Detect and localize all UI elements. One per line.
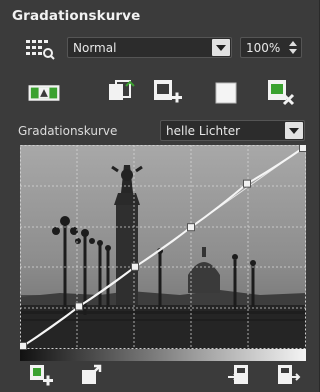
curve-control-point[interactable] (131, 262, 139, 271)
curve-control-point[interactable] (299, 145, 307, 152)
white-square-button[interactable] (210, 76, 244, 110)
add-point-button[interactable] (150, 76, 184, 110)
copy-curve-icon (109, 80, 135, 100)
zoom-value: 100% (246, 41, 281, 55)
curve-control-point[interactable] (75, 302, 83, 311)
export-preset-icon (82, 364, 102, 384)
delete-curve-button[interactable] (264, 76, 298, 110)
tone-gradient-strip (20, 349, 306, 361)
chevron-down-icon[interactable] (285, 122, 303, 139)
add-preset-icon (30, 365, 53, 386)
import-icon (228, 365, 248, 384)
import-button[interactable] (226, 362, 252, 388)
spinner-arrows-icon[interactable] (288, 39, 298, 56)
add-point-icon (154, 80, 182, 103)
curve-control-point[interactable] (20, 342, 27, 350)
save-icon (278, 365, 301, 384)
copy-curve-button[interactable] (104, 76, 138, 110)
zoom-stepper[interactable]: 100% (240, 37, 302, 58)
save-button[interactable] (276, 362, 302, 388)
delete-curve-icon (268, 80, 295, 106)
auto-curve-icon (28, 85, 60, 101)
curves-panel: Gradationskurve Normal 100% Gradationsku… (0, 0, 320, 392)
chevron-down-icon[interactable] (212, 39, 230, 56)
export-preset-button[interactable] (78, 362, 104, 388)
auto-curve-button[interactable] (27, 76, 71, 110)
blend-mode-value: Normal (73, 41, 117, 55)
white-square-icon (215, 82, 237, 104)
curve-preset-value: helle Lichter (166, 124, 241, 138)
add-preset-button[interactable] (28, 362, 54, 388)
curve-editor[interactable] (20, 145, 306, 361)
curve-control-point[interactable] (243, 179, 251, 188)
curve-preset-select[interactable]: helle Lichter (160, 120, 305, 141)
curve-label: Gradationskurve (18, 124, 118, 138)
curve-control-point[interactable] (187, 223, 195, 232)
grid-settings-icon[interactable] (25, 37, 57, 61)
blend-mode-select[interactable]: Normal (67, 37, 232, 58)
panel-title: Gradationskurve (12, 8, 141, 24)
